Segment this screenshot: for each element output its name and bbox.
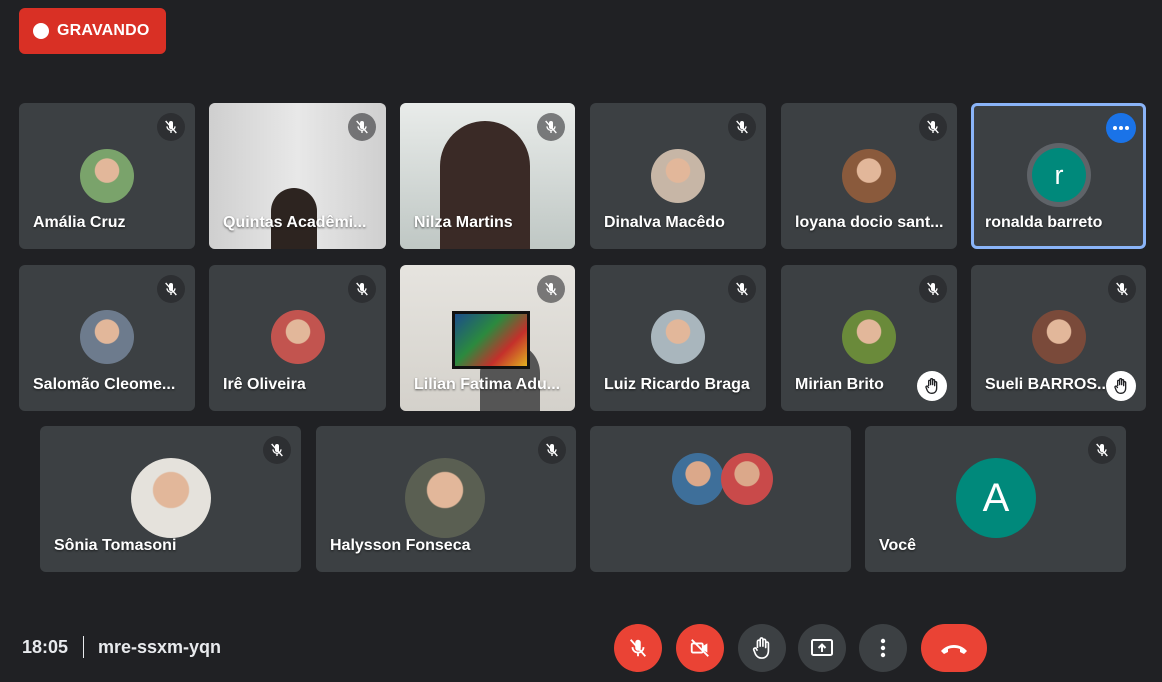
avatar: [842, 149, 896, 203]
recording-dot-icon: [33, 23, 49, 39]
participant-tile[interactable]: Quintas Acadêmi...: [209, 103, 386, 249]
participant-tile[interactable]: Salomão Cleome...: [19, 265, 195, 411]
participant-name: Sônia Tomasoni: [54, 537, 177, 554]
participant-tile[interactable]: Dinalva Macêdo: [590, 103, 766, 249]
participant-name: ronalda barreto: [985, 214, 1103, 231]
participant-name: Nilza Martins: [414, 214, 513, 231]
mic-off-icon: [728, 113, 756, 141]
participant-tile[interactable]: A Você: [865, 426, 1126, 572]
participant-tile[interactable]: loyana docio sant...: [781, 103, 957, 249]
mic-toggle-button[interactable]: [614, 624, 662, 672]
avatar: A: [956, 458, 1036, 538]
avatar: [271, 310, 325, 364]
participant-name: Irê Oliveira: [223, 376, 306, 393]
mic-off-icon: [537, 275, 565, 303]
avatar: [1032, 310, 1086, 364]
mic-off-icon: [348, 113, 376, 141]
meeting-time: 18:05: [22, 637, 69, 657]
participant-tile[interactable]: Lilian Fatima Adu...: [400, 265, 575, 411]
mic-off-icon: [629, 639, 647, 657]
participant-tile[interactable]: Mirian Brito: [781, 265, 957, 411]
avatar: [651, 149, 705, 203]
meeting-code[interactable]: mre-ssxm-yqn: [98, 637, 221, 658]
avatar: [651, 310, 705, 364]
mic-off-icon: [1088, 436, 1116, 464]
participant-name: loyana docio sant...: [795, 214, 944, 231]
participant-name: Você: [879, 537, 917, 554]
participant-tile[interactable]: Nilza Martins: [400, 103, 575, 249]
participant-tile[interactable]: r ronalda barreto: [971, 103, 1146, 249]
avatar: [80, 149, 134, 203]
participant-name: Lilian Fatima Adu...: [414, 376, 561, 393]
participant-tile[interactable]: Halysson Fonseca: [316, 426, 576, 572]
participant-name: Quintas Acadêmi...: [223, 214, 367, 231]
participant-tile[interactable]: Irê Oliveira: [209, 265, 386, 411]
mic-off-icon: [157, 113, 185, 141]
more-options-icon[interactable]: [1106, 113, 1136, 143]
avatar: [405, 458, 485, 538]
hand-icon: [752, 637, 770, 659]
footer-divider: [83, 636, 84, 658]
raised-hand-icon: [1106, 371, 1136, 401]
present-button[interactable]: [798, 624, 846, 672]
leave-call-button[interactable]: [921, 624, 987, 672]
avatar: [672, 453, 724, 505]
avatar: [842, 310, 896, 364]
mic-off-icon: [919, 113, 947, 141]
participant-tile[interactable]: Sueli BARROS...: [971, 265, 1146, 411]
present-screen-icon: [811, 639, 833, 656]
avatar: [80, 310, 134, 364]
mic-off-icon: [157, 275, 185, 303]
recording-label: GRAVANDO: [57, 22, 150, 39]
avatar: [721, 453, 773, 505]
participant-name: Luiz Ricardo Braga: [604, 376, 750, 393]
avatar: [131, 458, 211, 538]
participant-tile[interactable]: Luiz Ricardo Braga: [590, 265, 766, 411]
participant-tile[interactable]: Sônia Tomasoni: [40, 426, 301, 572]
camera-off-icon: [690, 639, 709, 657]
mic-off-icon: [348, 275, 376, 303]
participant-name: Sueli BARROS...: [985, 376, 1111, 393]
more-vertical-icon: [880, 638, 886, 658]
mic-off-icon: [263, 436, 291, 464]
wall-painting: [452, 311, 530, 369]
camera-toggle-button[interactable]: [676, 624, 724, 672]
participant-name: Amália Cruz: [33, 214, 126, 231]
mic-off-icon: [728, 275, 756, 303]
raise-hand-button[interactable]: [738, 624, 786, 672]
participant-name: Mirian Brito: [795, 376, 884, 393]
mic-off-icon: [1108, 275, 1136, 303]
mic-off-icon: [538, 436, 566, 464]
more-options-button[interactable]: [859, 624, 907, 672]
mic-off-icon: [537, 113, 565, 141]
hang-up-icon: [941, 645, 967, 654]
mic-off-icon: [919, 275, 947, 303]
raised-hand-icon: [917, 371, 947, 401]
recording-badge: GRAVANDO: [19, 8, 166, 54]
participant-tile[interactable]: Amália Cruz: [19, 103, 195, 249]
participant-tile[interactable]: [590, 426, 851, 572]
participant-name: Salomão Cleome...: [33, 376, 176, 393]
participant-name: Dinalva Macêdo: [604, 214, 725, 231]
participant-name: Halysson Fonseca: [330, 537, 471, 554]
avatar: r: [1032, 148, 1086, 202]
